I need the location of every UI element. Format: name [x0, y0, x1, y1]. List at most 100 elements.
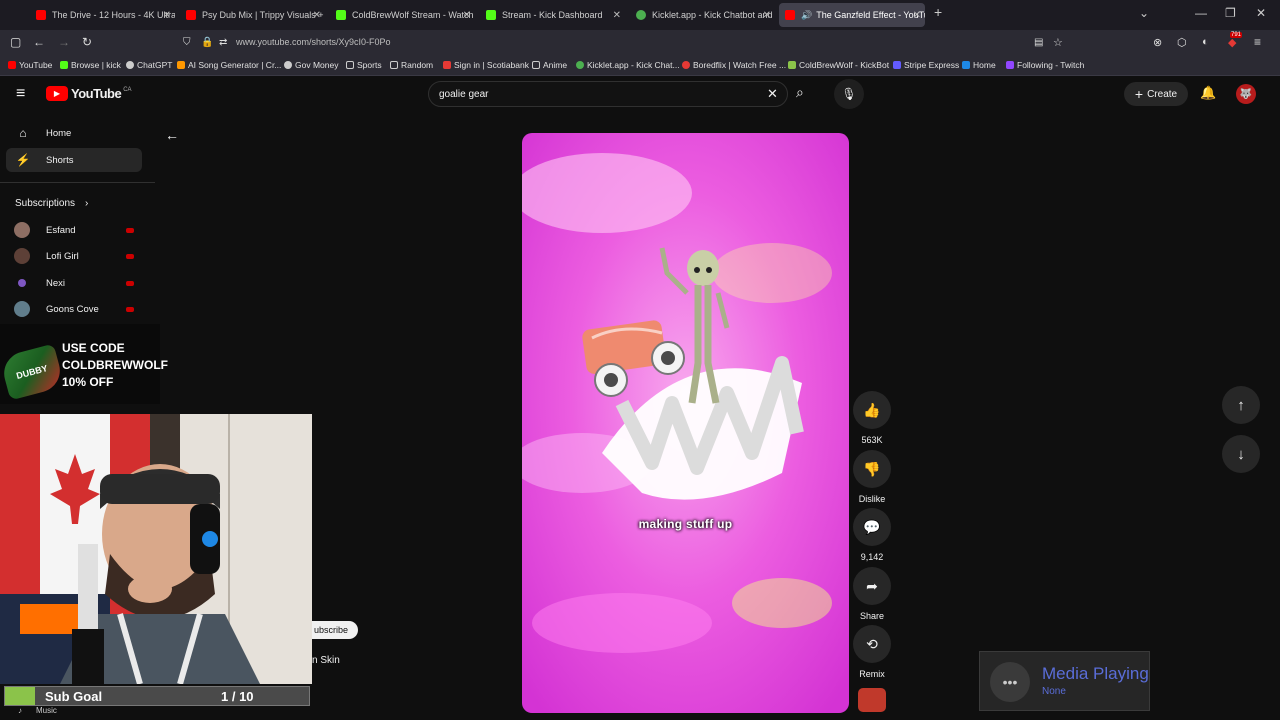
subscriptions-heading[interactable]: Subscriptions › — [15, 198, 88, 209]
close-window-button[interactable]: ✕ — [1256, 6, 1266, 20]
extension-puzzle-icon[interactable]: ⬡ — [1177, 36, 1187, 49]
tab-2[interactable]: ColdBrewWolf Stream - Watch L ✕ — [330, 3, 475, 27]
close-tab-icon[interactable]: ✕ — [313, 10, 321, 21]
minimize-button[interactable]: — — [1195, 6, 1207, 20]
bookmark-folder-anime[interactable]: Anime — [532, 60, 567, 70]
bookmark-folder-sports[interactable]: Sports — [346, 60, 382, 70]
subscribe-button[interactable]: ubscribe — [312, 621, 358, 639]
search-icon[interactable]: ⌕ — [796, 84, 804, 101]
thumbs-up-icon: 👍 — [853, 391, 891, 429]
dislike-button[interactable]: 👎 Dislike — [852, 450, 892, 504]
bookmark-ai-song[interactable]: AI Song Generator | Cr... — [177, 60, 281, 70]
bookmark-label: Sign in | Scotiabank — [454, 60, 529, 70]
reload-icon[interactable]: ↻ — [82, 35, 92, 49]
tab-0[interactable]: The Drive - 12 Hours - 4K Ultra ✕ — [30, 3, 175, 27]
bookmark-kick[interactable]: Browse | kick — [60, 60, 121, 70]
share-button[interactable]: ➦ Share — [852, 567, 892, 621]
youtube-favicon-icon — [186, 10, 196, 20]
voice-search-mic-icon[interactable]: 🎙 — [834, 79, 864, 109]
youtube-play-icon: ▶ — [46, 86, 68, 101]
like-button[interactable]: 👍 563K — [852, 391, 892, 445]
promo-line: 10% OFF — [62, 375, 114, 389]
avatar — [14, 301, 30, 317]
close-tab-icon[interactable]: ✕ — [613, 10, 621, 21]
bookmark-gov-money[interactable]: Gov Money — [284, 60, 338, 70]
sidebar-item-home[interactable]: ⌂ Home — [6, 121, 142, 145]
shorts-video-player[interactable]: making stuff up — [522, 133, 849, 713]
notifications-bell-icon[interactable]: 🔔 — [1200, 85, 1216, 101]
bookmark-home[interactable]: Home — [962, 60, 996, 70]
browser-toolbar: ▢ ← → ↻ ⛉ 🔒 ⇄ www.youtube.com/shorts/Xy9… — [0, 30, 1280, 56]
bookmark-label: Boredflix | Watch Free ... — [693, 60, 787, 70]
live-indicator-icon — [126, 280, 134, 286]
music-label[interactable]: ♪ Music — [18, 706, 57, 715]
subscription-goons-cove[interactable]: Goons Cove — [14, 300, 138, 318]
youtube-logo[interactable]: ▶ YouTube CA — [46, 86, 132, 101]
clear-search-icon[interactable]: ✕ — [767, 86, 778, 102]
like-count: 563K — [861, 435, 883, 445]
extension-badge-count: 791 — [1230, 32, 1243, 38]
maximize-button[interactable]: ❐ — [1225, 6, 1236, 20]
close-tab-icon[interactable]: ✕ — [763, 10, 771, 21]
bookmark-youtube[interactable]: YouTube — [8, 60, 52, 70]
speaker-icon[interactable]: 🔊 — [801, 10, 812, 21]
bookmark-kicklet[interactable]: Kicklet.app - Kick Chat... — [576, 60, 680, 70]
bookmark-kickbot[interactable]: ColdBrewWolf - KickBot — [788, 60, 889, 70]
new-tab-button[interactable]: + — [934, 4, 942, 20]
permissions-icon[interactable]: ⇄ — [219, 37, 227, 48]
media-title: Media Playing — [1042, 664, 1149, 683]
tab-title: The Drive - 12 Hours - 4K Ultra — [52, 10, 175, 20]
thumbs-down-icon: 👎 — [853, 450, 891, 488]
next-short-button[interactable]: ↓ — [1222, 435, 1260, 473]
subscription-lofi-girl[interactable]: Lofi Girl — [14, 247, 138, 265]
bookmark-boredflix[interactable]: Boredflix | Watch Free ... — [682, 60, 786, 70]
video-caption: making stuff up — [638, 517, 733, 531]
close-tab-icon[interactable]: ✕ — [163, 10, 171, 21]
back-arrow-icon[interactable]: ← — [165, 127, 179, 143]
bookmark-chatgpt[interactable]: ChatGPT — [126, 60, 172, 70]
subscription-esfand[interactable]: Esfand — [14, 221, 138, 239]
url-input[interactable]: www.youtube.com/shorts/Xy9cI0-F0Po — [236, 37, 391, 47]
close-tab-icon[interactable]: ✕ — [463, 10, 471, 21]
tab-1[interactable]: Psy Dub Mix | Trippy Visuals + 4 ✕ — [180, 3, 325, 27]
tab-5-active[interactable]: 🔊 The Ganzfeld Effect - YouTu ✕ — [779, 3, 925, 27]
youtube-header: ≡ ▶ YouTube CA goalie gear ✕ ⌕ 🎙 + Create… — [0, 76, 1280, 114]
extension-icon[interactable]: ⊗ — [1153, 36, 1162, 49]
webcam-feed-image — [0, 414, 312, 684]
bookmark-star-icon[interactable]: ☆ — [1053, 36, 1063, 49]
kicklet-icon — [576, 61, 584, 69]
sidebar-toggle-icon[interactable]: ▢ — [10, 35, 21, 49]
comments-button[interactable]: 💬 9,142 — [852, 508, 892, 562]
twitch-icon — [1006, 61, 1014, 69]
tab-3[interactable]: Stream - Kick Dashboard ✕ — [480, 3, 625, 27]
subscription-name: Lofi Girl — [46, 250, 79, 262]
bookmark-scotiabank[interactable]: Sign in | Scotiabank — [443, 60, 529, 70]
menu-hamburger-icon[interactable]: ≡ — [16, 85, 25, 103]
subscribe-label: ubscribe — [314, 625, 349, 635]
remix-button[interactable]: ⟲ Remix — [852, 625, 892, 679]
bookmark-label: Stripe Express — [904, 60, 960, 70]
tab-list-chevron-icon[interactable]: ⌄ — [1139, 6, 1149, 20]
sound-source-thumbnail[interactable] — [858, 688, 886, 712]
subscription-nexi[interactable]: Nexi — [14, 274, 138, 292]
back-arrow-icon[interactable]: ← — [33, 35, 45, 49]
share-arrow-icon: ➦ — [853, 567, 891, 605]
forward-arrow-icon[interactable]: → — [58, 35, 70, 49]
tab-4[interactable]: Kicklet.app - Kick Chatbot and C ✕ — [630, 3, 775, 27]
create-button[interactable]: + Create — [1124, 82, 1188, 106]
account-avatar[interactable]: 🐺 — [1236, 84, 1256, 104]
bookmark-twitch[interactable]: Following - Twitch — [1006, 60, 1084, 70]
reader-view-icon[interactable]: ▤ — [1034, 37, 1043, 48]
sub-goal-label: Sub Goal — [45, 689, 103, 704]
previous-short-button[interactable]: ↑ — [1222, 386, 1260, 424]
live-indicator-icon — [126, 227, 134, 233]
extension-icon[interactable]: ◐ — [1202, 36, 1209, 48]
lock-icon[interactable]: 🔒 — [201, 37, 213, 48]
shield-icon[interactable]: ⛉ — [183, 37, 191, 48]
sidebar-item-shorts[interactable]: ⚡ Shorts — [6, 148, 142, 172]
bookmark-folder-random[interactable]: Random — [390, 60, 433, 70]
search-input[interactable]: goalie gear ✕ — [428, 81, 788, 107]
menu-hamburger-icon[interactable]: ≡ — [1254, 35, 1261, 49]
close-tab-icon[interactable]: ✕ — [913, 10, 921, 21]
bookmark-stripe[interactable]: Stripe Express — [893, 60, 959, 70]
